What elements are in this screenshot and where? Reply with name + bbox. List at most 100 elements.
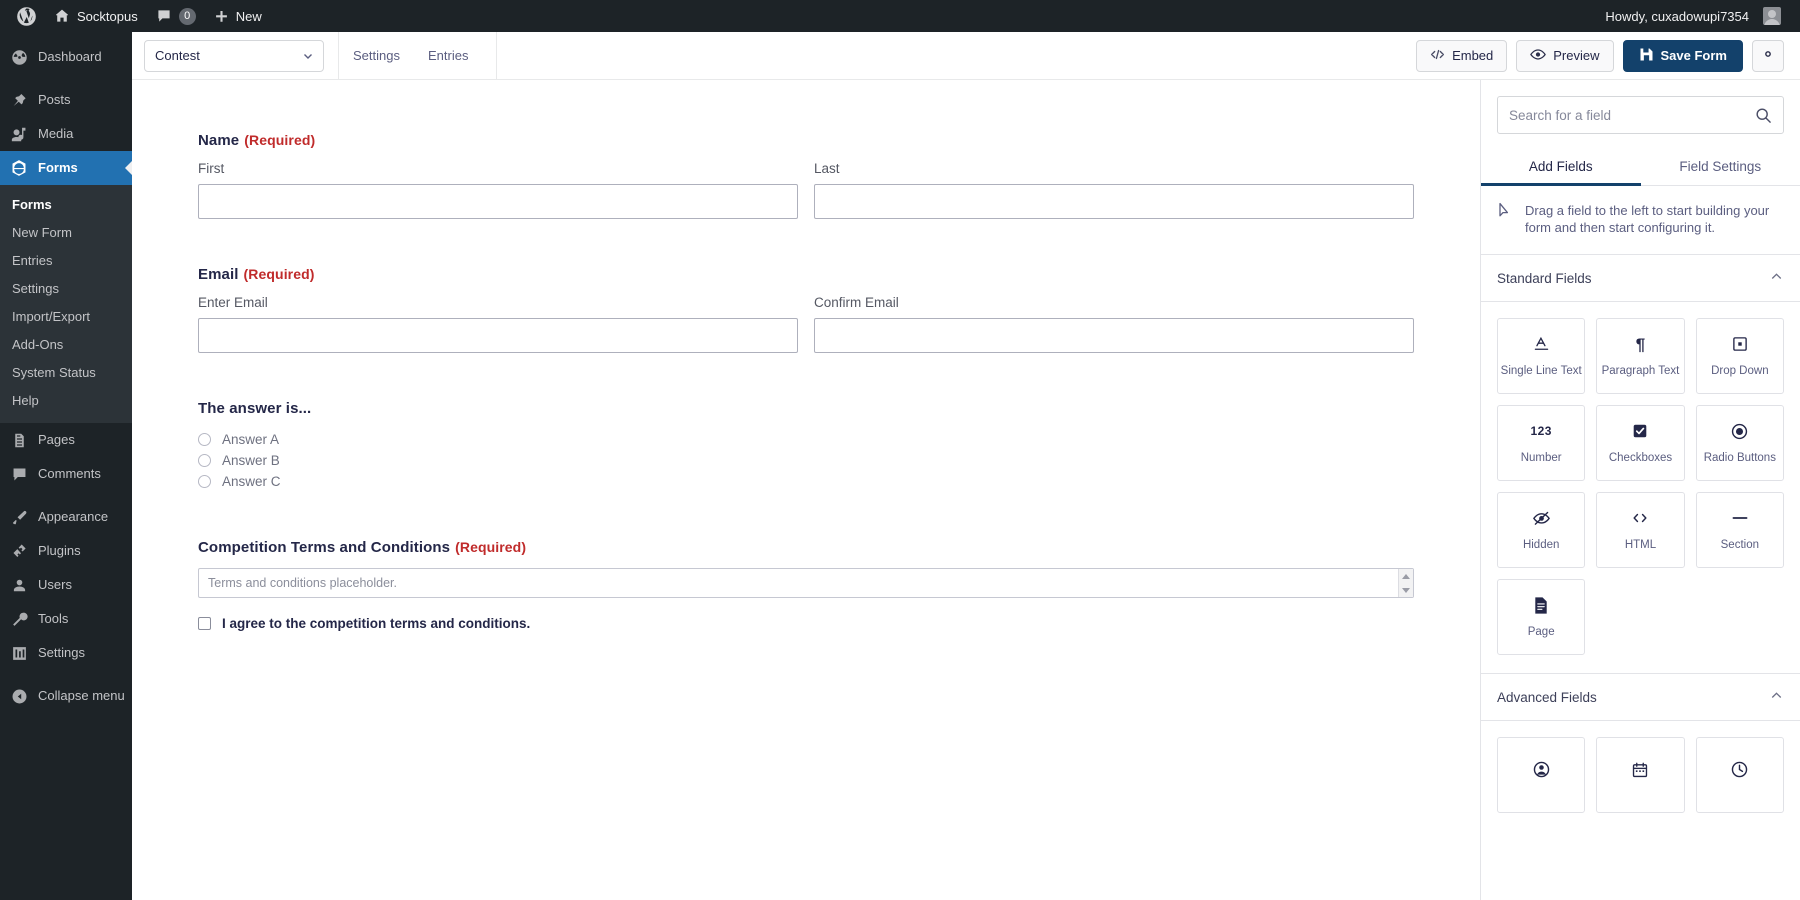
field-tile-html[interactable]: HTML: [1596, 492, 1684, 568]
field-tile-paragraph-text[interactable]: ¶ Paragraph Text: [1596, 318, 1684, 394]
sidebar-item-comments[interactable]: Comments: [0, 457, 132, 491]
media-icon: [9, 124, 29, 144]
submenu-item-forms[interactable]: Forms: [0, 191, 132, 219]
field-tile-hidden[interactable]: Hidden: [1497, 492, 1585, 568]
field-tile-checkboxes[interactable]: Checkboxes: [1596, 405, 1684, 481]
sidebar-item-media[interactable]: Media: [0, 117, 132, 151]
site-name-label: Socktopus: [77, 9, 138, 24]
field-inputs-row: First Last: [198, 161, 1414, 219]
field-tile-number[interactable]: 123 Number: [1497, 405, 1585, 481]
sidebar-item-label: Plugins: [38, 542, 81, 560]
field-tile-page[interactable]: Page: [1497, 579, 1585, 655]
search-icon[interactable]: [1755, 107, 1772, 129]
checkbox-icon[interactable]: [198, 617, 211, 630]
accordion-advanced-fields[interactable]: Advanced Fields: [1481, 673, 1800, 721]
tab-settings[interactable]: Settings: [339, 32, 414, 80]
field-tile-time[interactable]: [1696, 737, 1784, 813]
radio-choice-label: Answer A: [222, 432, 279, 447]
required-indicator: (Required): [455, 539, 526, 555]
form-field-radio[interactable]: The answer is... Answer A Answer B: [132, 400, 1480, 492]
radio-button-icon[interactable]: [198, 433, 211, 446]
radio-choice-a[interactable]: Answer A: [198, 429, 1414, 450]
form-settings-button[interactable]: [1752, 40, 1784, 72]
sidebar-tabs: Add Fields Field Settings: [1481, 148, 1800, 186]
submenu-item-add-ons[interactable]: Add-Ons: [0, 331, 132, 359]
sidebar-item-pages[interactable]: Pages: [0, 423, 132, 457]
preview-button[interactable]: Preview: [1516, 40, 1613, 72]
confirm-email-input[interactable]: [814, 318, 1414, 353]
first-name-input[interactable]: [198, 184, 798, 219]
sidebar-item-users[interactable]: Users: [0, 568, 132, 602]
menu-separator: [0, 74, 132, 83]
sidebar-item-label: Forms: [38, 159, 78, 177]
accordion-standard-fields[interactable]: Standard Fields: [1481, 255, 1800, 302]
comments-count-badge: 0: [179, 8, 196, 25]
form-field-consent[interactable]: Competition Terms and Conditions(Require…: [132, 539, 1480, 631]
sidebar-item-settings[interactable]: Settings: [0, 636, 132, 670]
last-name-input[interactable]: [814, 184, 1414, 219]
tab-field-settings[interactable]: Field Settings: [1641, 148, 1800, 185]
sidebar-item-posts[interactable]: Posts: [0, 83, 132, 117]
embed-button[interactable]: Embed: [1416, 40, 1507, 72]
submenu-item-entries[interactable]: Entries: [0, 247, 132, 275]
submenu-item-settings[interactable]: Settings: [0, 275, 132, 303]
sidebar-item-appearance[interactable]: Appearance: [0, 500, 132, 534]
radio-button-icon[interactable]: [198, 454, 211, 467]
field-tile-label: Drop Down: [1711, 365, 1769, 378]
search-box[interactable]: [1497, 96, 1784, 134]
radio-choice-c[interactable]: Answer C: [198, 471, 1414, 492]
form-canvas: Name(Required) First Last: [132, 80, 1480, 900]
howdy-label: Howdy, cuxadowupi7354: [1605, 9, 1749, 24]
field-tile-name-advanced[interactable]: [1497, 737, 1585, 813]
field-tile-date[interactable]: [1596, 737, 1684, 813]
field-tile-radio-buttons[interactable]: Radio Buttons: [1696, 405, 1784, 481]
enter-email-sublabel: Enter Email: [198, 295, 798, 311]
terms-textarea[interactable]: Terms and conditions placeholder.: [198, 568, 1414, 598]
field-label: The answer is...: [198, 400, 1414, 417]
site-name-button[interactable]: Socktopus: [45, 0, 147, 32]
comments-bubble-button[interactable]: 0: [147, 0, 205, 32]
scroll-up-arrow-icon[interactable]: [1402, 574, 1410, 579]
field-tile-label: Checkboxes: [1609, 452, 1672, 465]
new-content-button[interactable]: New: [205, 0, 271, 32]
submenu-item-system-status[interactable]: System Status: [0, 359, 132, 387]
terms-textarea-scrollbar[interactable]: [1398, 569, 1413, 597]
settings-icon: [9, 643, 29, 663]
consent-checkbox-row[interactable]: I agree to the competition terms and con…: [198, 616, 1414, 631]
sidebar-item-forms[interactable]: Forms: [0, 151, 132, 185]
radio-choice-label: Answer B: [222, 453, 280, 468]
enter-email-input[interactable]: [198, 318, 798, 353]
chevron-up-icon[interactable]: [1770, 689, 1783, 705]
field-tile-section[interactable]: Section: [1696, 492, 1784, 568]
menu-separator: [0, 670, 132, 679]
radio-choice-b[interactable]: Answer B: [198, 450, 1414, 471]
save-form-button[interactable]: Save Form: [1623, 40, 1743, 72]
email-confirm-column: Confirm Email: [814, 295, 1414, 353]
scroll-down-arrow-icon[interactable]: [1402, 588, 1410, 593]
submenu-item-new-form[interactable]: New Form: [0, 219, 132, 247]
form-switcher-dropdown[interactable]: Contest: [144, 40, 324, 72]
email-enter-column: Enter Email: [198, 295, 798, 353]
field-tile-drop-down[interactable]: Drop Down: [1696, 318, 1784, 394]
submenu-item-import-export[interactable]: Import/Export: [0, 303, 132, 331]
sidebar-item-tools[interactable]: Tools: [0, 602, 132, 636]
collapse-menu-button[interactable]: Collapse menu: [0, 679, 132, 713]
sidebar-item-plugins[interactable]: Plugins: [0, 534, 132, 568]
wordpress-logo-button[interactable]: [8, 0, 45, 32]
wp-admin-bar: Socktopus 0 New Ho: [0, 0, 1800, 32]
sidebar-item-dashboard[interactable]: Dashboard: [0, 40, 132, 74]
tab-add-fields[interactable]: Add Fields: [1481, 148, 1641, 185]
submenu-item-help[interactable]: Help: [0, 387, 132, 415]
chevron-up-icon[interactable]: [1770, 270, 1783, 286]
my-account-button[interactable]: Howdy, cuxadowupi7354: [1596, 0, 1790, 32]
search-input[interactable]: [1498, 97, 1783, 133]
tab-entries[interactable]: Entries: [414, 32, 482, 80]
standard-fields-tiles: Single Line Text ¶ Paragraph Text: [1481, 302, 1800, 661]
field-tile-single-line-text[interactable]: Single Line Text: [1497, 318, 1585, 394]
comments-icon: [9, 464, 29, 484]
field-tile-label: Page: [1528, 626, 1555, 639]
form-field-name[interactable]: Name(Required) First Last: [132, 132, 1480, 219]
radio-button-icon[interactable]: [198, 475, 211, 488]
form-field-email[interactable]: Email(Required) Enter Email Confirm Emai…: [132, 266, 1480, 353]
sidebar-item-label: Posts: [38, 91, 71, 109]
